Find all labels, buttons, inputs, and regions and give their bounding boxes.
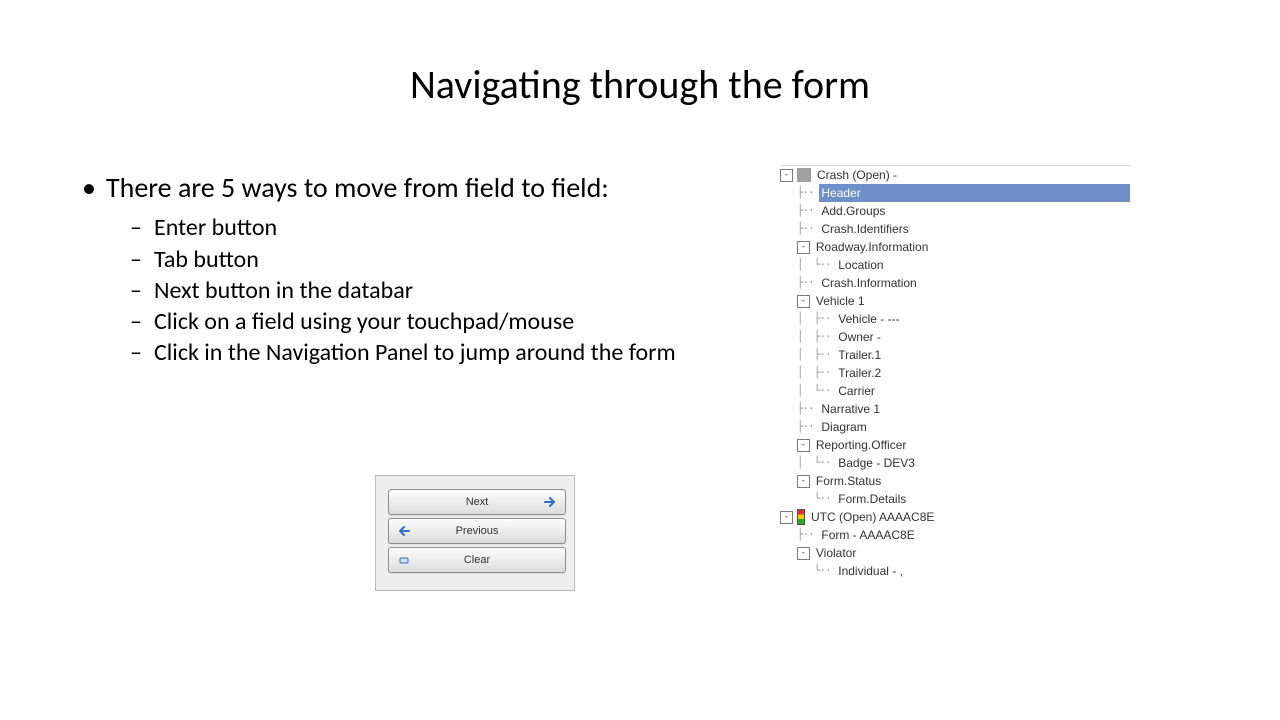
navigation-tree: - Crash (Open) - ├·· Header ├·· Add.Group… [780, 165, 1130, 580]
slide: Navigating through the form • There are … [0, 0, 1280, 720]
arrow-right-icon [541, 493, 559, 511]
tree-label: Badge - DEV3 [836, 454, 917, 472]
tree-label: Reporting.Officer [814, 436, 909, 454]
dash-icon: – [130, 244, 154, 275]
tree-label: Owner - [836, 328, 883, 346]
previous-button[interactable]: Previous [388, 518, 566, 544]
databar: Next Previous Clear [375, 475, 575, 591]
tree-item[interactable]: ├·· Crash.Identifiers [780, 220, 1130, 238]
tree-label: Individual - , [836, 562, 905, 580]
tree-label: Location [836, 256, 885, 274]
tree-label: Crash.Identifiers [819, 220, 910, 238]
tree-item[interactable]: -Reporting.Officer [780, 436, 1130, 454]
tree-label: Violator [814, 544, 858, 562]
sub-bullet-text: Tab button [154, 245, 259, 274]
collapse-icon[interactable]: - [780, 169, 793, 182]
sub-bullet: –Tab button [130, 244, 752, 275]
collapse-icon[interactable]: - [797, 439, 810, 452]
tree-label: Form.Details [836, 490, 908, 508]
tree-item[interactable]: -Vehicle 1 [780, 292, 1130, 310]
tree-label: Crash (Open) - [815, 166, 899, 184]
tree-label: UTC (Open) AAAAC8E [809, 508, 936, 526]
tree-label: Crash.Information [819, 274, 918, 292]
dash-icon: – [130, 212, 154, 243]
tree-item[interactable]: │ ├·· Owner - [780, 328, 1130, 346]
tree-item[interactable]: │ ├·· Trailer.2 [780, 364, 1130, 382]
tree-label: Narrative 1 [819, 400, 882, 418]
arrow-left-icon [395, 522, 413, 540]
sub-bullet-text: Click on a field using your touchpad/mou… [154, 307, 574, 336]
clear-button[interactable]: Clear [388, 547, 566, 573]
crash-icon [797, 168, 811, 182]
sub-bullet-text: Enter button [154, 213, 277, 242]
tree-item[interactable]: │ ├·· Vehicle - --- [780, 310, 1130, 328]
traffic-light-icon [797, 509, 805, 525]
dash-icon: – [130, 337, 154, 368]
sub-bullet-text: Click in the Navigation Panel to jump ar… [154, 338, 676, 367]
dash-icon: – [130, 275, 154, 306]
tree-item[interactable]: ├·· Add.Groups [780, 202, 1130, 220]
sub-bullet: –Next button in the databar [130, 275, 752, 306]
tree-label: Vehicle 1 [814, 292, 867, 310]
tree-item[interactable]: -Violator [780, 544, 1130, 562]
tree-label: Add.Groups [819, 202, 887, 220]
tree-label: Vehicle - --- [836, 310, 901, 328]
collapse-icon[interactable]: - [797, 547, 810, 560]
tree-label: Diagram [819, 418, 868, 436]
next-button[interactable]: Next [388, 489, 566, 515]
next-button-label: Next [389, 496, 565, 508]
tree-label: Form - AAAAC8E [819, 526, 916, 544]
slide-body: • There are 5 ways to move from field to… [82, 170, 752, 368]
tree-label: Carrier [836, 382, 877, 400]
tree-root[interactable]: - UTC (Open) AAAAC8E [780, 508, 1130, 526]
sub-bullet-text: Next button in the databar [154, 276, 413, 305]
tree-label: Header [819, 184, 1130, 202]
tree-item[interactable]: └·· Form.Details [780, 490, 1130, 508]
tree-item[interactable]: └·· Individual - , [780, 562, 1130, 580]
collapse-icon[interactable]: - [797, 295, 810, 308]
tree-label: Form.Status [814, 472, 883, 490]
tree-item-header[interactable]: ├·· Header [780, 184, 1130, 202]
collapse-icon[interactable]: - [780, 511, 793, 524]
tree-item[interactable]: │ ├·· Trailer.1 [780, 346, 1130, 364]
tree-item[interactable]: -Form.Status [780, 472, 1130, 490]
dash-icon: – [130, 306, 154, 337]
tree-item[interactable]: ├·· Crash.Information [780, 274, 1130, 292]
slide-title: Navigating through the form [0, 60, 1280, 109]
tree-item[interactable]: -Roadway.Information [780, 238, 1130, 256]
main-bullet-text: There are 5 ways to move from field to f… [106, 170, 609, 206]
collapse-icon[interactable]: - [797, 475, 810, 488]
tree-item[interactable]: │ └·· Badge - DEV3 [780, 454, 1130, 472]
previous-button-label: Previous [389, 525, 565, 537]
clear-button-label: Clear [389, 554, 565, 566]
tree-item[interactable]: ├·· Narrative 1 [780, 400, 1130, 418]
tree-item[interactable]: ├·· Diagram [780, 418, 1130, 436]
tree-label: Roadway.Information [814, 238, 931, 256]
tree-item[interactable]: ├·· Form - AAAAC8E [780, 526, 1130, 544]
sub-bullet: –Enter button [130, 212, 752, 243]
tree-root[interactable]: - Crash (Open) - [780, 166, 1130, 184]
eraser-icon [395, 551, 413, 569]
tree-item[interactable]: │ └·· Location [780, 256, 1130, 274]
main-bullet: • There are 5 ways to move from field to… [82, 170, 752, 206]
tree-item[interactable]: │ └·· Carrier [780, 382, 1130, 400]
sub-bullet: –Click on a field using your touchpad/mo… [130, 306, 752, 337]
collapse-icon[interactable]: - [797, 241, 810, 254]
sub-bullet: –Click in the Navigation Panel to jump a… [130, 337, 752, 368]
tree-label: Trailer.1 [836, 346, 883, 364]
bullet-dot-icon: • [82, 170, 106, 206]
tree-label: Trailer.2 [836, 364, 883, 382]
